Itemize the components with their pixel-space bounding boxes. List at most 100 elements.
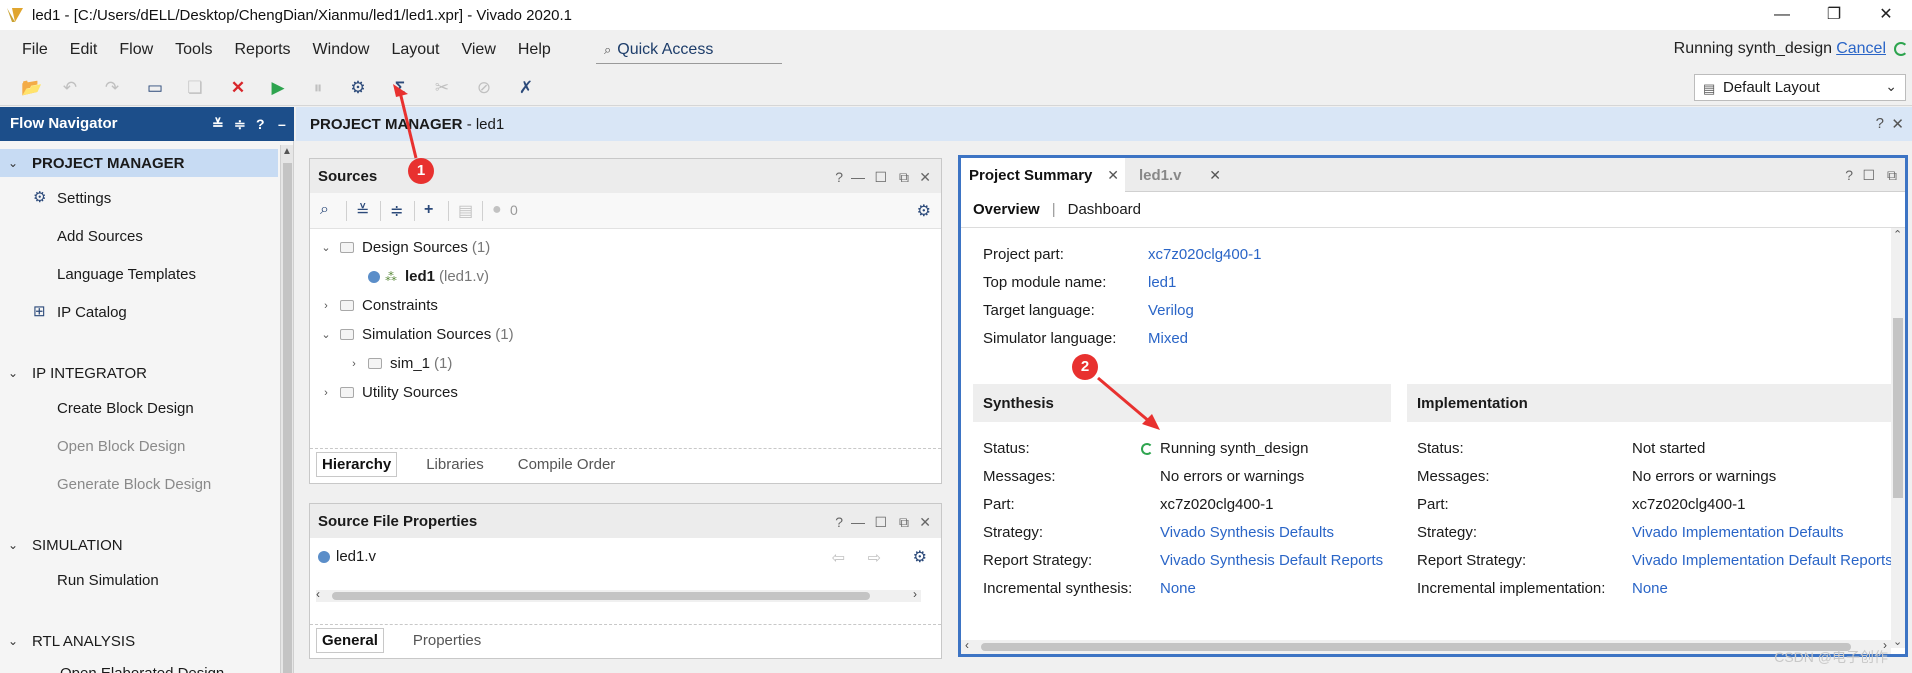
tab-project-summary[interactable]: Project Summary ✕ [961,158,1125,192]
open-project-icon[interactable]: 📂 [20,76,44,100]
info-value-link[interactable]: led1 [1148,274,1176,291]
expand-icon[interactable]: ≑ [234,116,246,133]
maximize-panel-icon[interactable]: ☐ [874,514,887,531]
layout-select[interactable]: ▤ Default Layout ⌄ [1694,74,1906,101]
minimize-button[interactable]: — [1756,0,1808,30]
scroll-up-icon[interactable]: ▲ [282,146,292,157]
sigma-report-icon[interactable]: Σ [388,76,412,100]
tab-libraries[interactable]: Libraries [421,453,489,476]
help-icon[interactable]: ? [256,116,265,132]
help-icon[interactable]: ? [1876,115,1884,132]
summary-vscrollbar[interactable]: ⌃ ⌄ [1891,228,1905,648]
section-project-manager[interactable]: ⌄ PROJECT MANAGER [0,149,278,177]
nav-create-block-design[interactable]: Create Block Design [57,400,194,417]
section-rtl-analysis[interactable]: ⌄ RTL ANALYSIS [0,627,278,655]
settings-gear-icon[interactable]: ⚙ [913,547,927,567]
collapse-all-icon[interactable]: ≚ [212,116,224,133]
minimize-panel-icon[interactable]: — [851,169,865,185]
impl-value-link[interactable]: Vivado Implementation Defaults [1632,524,1844,541]
nav-run-simulation[interactable]: Run Simulation [57,572,159,589]
tool-disabled-1-icon[interactable]: ✂ [430,76,454,100]
menu-view[interactable]: View [461,41,495,59]
tab-led1-v[interactable]: led1.v ✕ [1131,158,1227,192]
synth-value-link[interactable]: Vivado Synthesis Default Reports [1160,552,1383,569]
properties-hscrollbar[interactable]: ‹ › [316,587,921,602]
undo-icon[interactable]: ↶ [58,76,82,100]
settings-gear-icon[interactable]: ⚙ [917,201,931,221]
minimize-panel-icon[interactable]: – [278,116,286,132]
tree-sim-1[interactable]: › sim_1 (1) [346,355,452,372]
menu-tools[interactable]: Tools [175,41,212,59]
scroll-left-icon[interactable]: ‹ [965,638,969,652]
scrollbar-thumb[interactable] [332,592,870,600]
minimize-panel-icon[interactable]: — [851,514,865,530]
synth-value-link[interactable]: Vivado Synthesis Defaults [1160,524,1334,541]
scroll-down-icon[interactable]: ⌄ [1893,635,1902,648]
tab-general[interactable]: General [316,628,384,653]
menu-edit[interactable]: Edit [70,41,98,59]
nav-language-templates[interactable]: Language Templates [57,266,196,283]
close-window-button[interactable]: ✕ [1860,0,1912,30]
summary-hscrollbar[interactable]: ‹ › [961,638,1891,654]
scrollbar-thumb[interactable] [283,163,292,673]
collapse-all-icon[interactable]: ≚ [356,201,369,221]
nav-generate-block-design[interactable]: Generate Block Design [57,476,211,493]
nav-add-sources[interactable]: Add Sources [57,228,143,245]
tool-disabled-2-icon[interactable]: ⊘ [472,76,496,100]
nav-open-block-design[interactable]: Open Block Design [57,438,185,455]
info-value-link[interactable]: Verilog [1148,302,1194,319]
float-panel-icon[interactable]: ⧉ [899,514,909,531]
run-icon[interactable]: ▶ [266,76,290,100]
menu-window[interactable]: Window [313,41,370,59]
copy-icon[interactable]: ❏ [183,76,207,100]
menu-reports[interactable]: Reports [235,41,291,59]
step-icon[interactable]: ⏸ [306,76,330,100]
impl-value-link[interactable]: None [1632,580,1668,597]
synth-value-link[interactable]: None [1160,580,1196,597]
maximize-panel-icon[interactable]: ☐ [1862,167,1875,184]
menu-flow[interactable]: Flow [119,41,153,59]
tree-constraints[interactable]: › Constraints [318,297,438,314]
close-icon[interactable]: ✕ [919,169,931,186]
info-value-link[interactable]: xc7z020clg400-1 [1148,246,1261,263]
subtab-overview[interactable]: Overview [973,201,1040,218]
subtab-dashboard[interactable]: Dashboard [1068,201,1141,218]
float-panel-icon[interactable]: ⧉ [899,169,909,186]
back-arrow-icon[interactable]: ⇦ [832,548,845,568]
search-icon[interactable]: ⌕ [320,201,329,219]
redo-icon[interactable]: ↷ [100,76,124,100]
close-icon[interactable]: ✕ [919,514,931,531]
tree-design-sources[interactable]: ⌄ Design Sources (1) [318,239,490,256]
nav-open-elaborated-design[interactable]: Open Elaborated Design [60,665,224,673]
close-icon[interactable]: ✕ [1209,167,1221,184]
scroll-up-icon[interactable]: ⌃ [1893,228,1902,241]
cancel-run-link[interactable]: Cancel [1836,40,1886,58]
menu-file[interactable]: File [22,41,48,59]
section-ip-integrator[interactable]: ⌄ IP INTEGRATOR [0,359,278,387]
add-sources-icon[interactable]: + [424,201,433,219]
tab-compile-order[interactable]: Compile Order [513,453,621,476]
properties-icon[interactable]: ▤ [458,201,473,221]
flow-navigator-scrollbar[interactable]: ▲ [280,145,293,673]
quick-access-input[interactable]: ⌕ Quick Access [596,37,782,64]
section-simulation[interactable]: ⌄ SIMULATION [0,531,278,559]
wrench-icon[interactable]: ✗ [514,76,538,100]
nav-settings[interactable]: Settings [57,190,111,207]
scroll-right-icon[interactable]: › [913,587,917,601]
impl-value-link[interactable]: Vivado Implementation Default Reports [1632,552,1893,569]
menu-layout[interactable]: Layout [391,41,439,59]
close-icon[interactable]: ✕ [1107,167,1119,184]
info-value-link[interactable]: Mixed [1148,330,1188,347]
tab-properties[interactable]: Properties [408,629,486,652]
nav-ip-catalog[interactable]: IP Catalog [57,304,127,321]
forward-arrow-icon[interactable]: ⇨ [868,548,881,568]
tree-led1[interactable]: ⁂ led1 (led1.v) [368,268,489,285]
tree-utility-sources[interactable]: › Utility Sources [318,384,458,401]
scrollbar-thumb[interactable] [1893,318,1903,498]
delete-icon[interactable]: ✕ [226,76,250,100]
help-icon[interactable]: ? [835,514,843,530]
tree-simulation-sources[interactable]: ⌄ Simulation Sources (1) [318,326,513,343]
maximize-button[interactable]: ❐ [1808,0,1860,30]
help-icon[interactable]: ? [835,169,843,185]
settings-gear-icon[interactable]: ⚙ [346,76,370,100]
